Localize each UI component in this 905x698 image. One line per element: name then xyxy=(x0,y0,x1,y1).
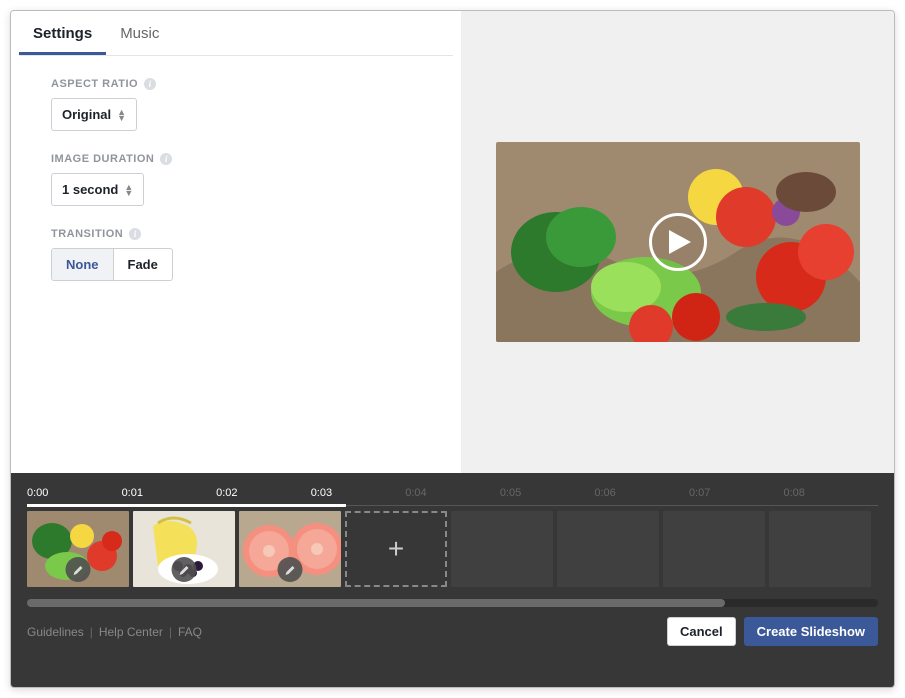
time-mark: 0:01 xyxy=(122,487,217,505)
transition-group: TRANSITION i None Fade xyxy=(51,228,421,281)
preview-image xyxy=(496,142,860,342)
tab-music[interactable]: Music xyxy=(106,17,173,55)
separator: | xyxy=(169,625,172,639)
top-section: Settings Music ASPECT RATIO i Original ▲… xyxy=(11,11,894,473)
settings-body: ASPECT RATIO i Original ▲▼ IMAGE DURATIO… xyxy=(11,56,461,325)
add-slide-button[interactable]: + xyxy=(345,511,447,587)
info-icon[interactable]: i xyxy=(160,153,172,165)
transition-label: TRANSITION i xyxy=(51,228,421,240)
pencil-icon xyxy=(72,564,84,576)
image-duration-value: 1 second xyxy=(62,182,118,197)
transition-label-text: TRANSITION xyxy=(51,228,123,240)
aspect-ratio-group: ASPECT RATIO i Original ▲▼ xyxy=(51,78,421,131)
faq-link[interactable]: FAQ xyxy=(178,625,202,639)
preview-panel xyxy=(462,11,894,473)
aspect-ratio-select[interactable]: Original ▲▼ xyxy=(51,98,137,131)
time-mark: 0:07 xyxy=(689,487,784,505)
time-mark: 0:04 xyxy=(405,487,500,505)
timeline-panel: 0:00 0:01 0:02 0:03 0:04 0:05 0:06 0:07 … xyxy=(11,473,894,687)
empty-slot xyxy=(663,511,765,587)
aspect-ratio-label-text: ASPECT RATIO xyxy=(51,78,138,90)
empty-slot xyxy=(557,511,659,587)
time-mark: 0:06 xyxy=(594,487,689,505)
slide-thumb[interactable] xyxy=(27,511,129,587)
help-center-link[interactable]: Help Center xyxy=(99,625,163,639)
timeline-track[interactable] xyxy=(27,505,878,506)
transition-segmented: None Fade xyxy=(51,248,173,281)
slide-thumb[interactable] xyxy=(133,511,235,587)
time-mark: 0:00 xyxy=(27,487,122,505)
transition-none[interactable]: None xyxy=(52,249,114,280)
footer: Guidelines | Help Center | FAQ Cancel Cr… xyxy=(27,617,878,646)
updown-icon: ▲▼ xyxy=(117,109,126,121)
create-slideshow-button[interactable]: Create Slideshow xyxy=(744,617,878,646)
empty-slot xyxy=(451,511,553,587)
edit-slide-button[interactable] xyxy=(66,557,91,582)
play-button[interactable] xyxy=(649,213,707,271)
info-icon[interactable]: i xyxy=(144,78,156,90)
timeline-thumbs: + xyxy=(27,511,878,587)
separator: | xyxy=(90,625,93,639)
time-mark: 0:05 xyxy=(500,487,595,505)
edit-slide-button[interactable] xyxy=(278,557,303,582)
aspect-ratio-label: ASPECT RATIO i xyxy=(51,78,421,90)
image-duration-label-text: IMAGE DURATION xyxy=(51,153,154,165)
empty-slot xyxy=(769,511,871,587)
pencil-icon xyxy=(284,564,296,576)
footer-actions: Cancel Create Slideshow xyxy=(667,617,878,646)
play-icon xyxy=(669,230,691,254)
aspect-ratio-value: Original xyxy=(62,107,111,122)
timeline-labels: 0:00 0:01 0:02 0:03 0:04 0:05 0:06 0:07 … xyxy=(27,487,878,505)
time-mark: 0:02 xyxy=(216,487,311,505)
timeline-scrollbar[interactable] xyxy=(27,599,878,607)
image-duration-label: IMAGE DURATION i xyxy=(51,153,421,165)
settings-panel: Settings Music ASPECT RATIO i Original ▲… xyxy=(11,11,462,473)
transition-fade[interactable]: Fade xyxy=(114,249,172,280)
timeline-active-range xyxy=(27,504,346,507)
cancel-button[interactable]: Cancel xyxy=(667,617,736,646)
scrollbar-thumb[interactable] xyxy=(27,599,725,607)
tab-settings[interactable]: Settings xyxy=(19,17,106,55)
edit-slide-button[interactable] xyxy=(172,557,197,582)
updown-icon: ▲▼ xyxy=(124,184,133,196)
pencil-icon xyxy=(178,564,190,576)
time-mark: 0:03 xyxy=(311,487,406,505)
tab-bar: Settings Music xyxy=(19,11,453,56)
guidelines-link[interactable]: Guidelines xyxy=(27,625,84,639)
info-icon[interactable]: i xyxy=(129,228,141,240)
slide-thumb[interactable] xyxy=(239,511,341,587)
footer-links: Guidelines | Help Center | FAQ xyxy=(27,625,202,639)
slideshow-editor: Settings Music ASPECT RATIO i Original ▲… xyxy=(10,10,895,688)
image-duration-select[interactable]: 1 second ▲▼ xyxy=(51,173,144,206)
image-duration-group: IMAGE DURATION i 1 second ▲▼ xyxy=(51,153,421,206)
time-mark: 0:08 xyxy=(784,487,879,505)
